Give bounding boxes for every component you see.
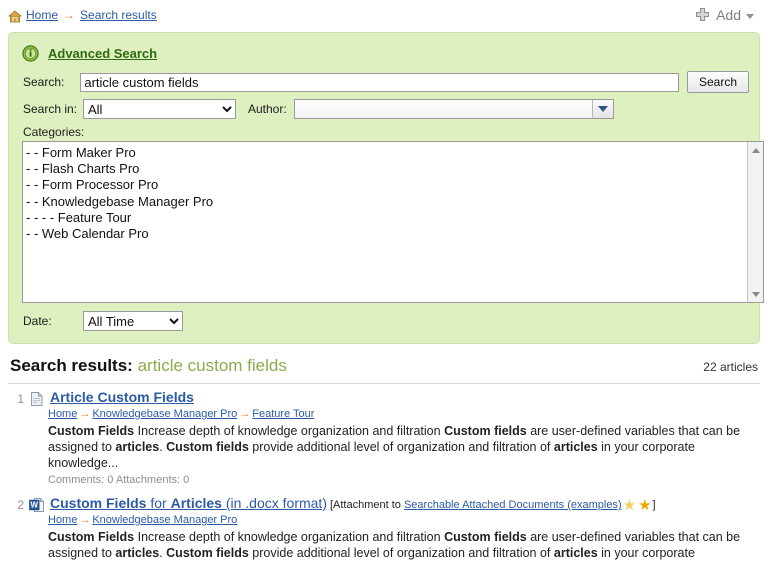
chevron-down-icon (746, 14, 754, 19)
star-icon-filled[interactable]: ★ (638, 498, 651, 513)
results-title: Search results: article custom fields (10, 356, 287, 376)
date-label: Date: (23, 314, 52, 328)
result-breadcrumb: Home → Knowledgebase Manager Pro → Feature T… (48, 408, 758, 420)
search-field-row: Search: Search (19, 71, 749, 93)
add-button[interactable]: Add (694, 7, 754, 24)
breadcrumb-home-link[interactable]: Home (26, 8, 58, 22)
category-item[interactable]: - - Knowledgebase Manager Pro (26, 194, 763, 210)
advanced-search-panel: Advanced Search Search: Search Search in… (8, 32, 764, 344)
search-in-row: Search in: All Author: (19, 99, 749, 119)
scroll-up-button[interactable] (748, 142, 763, 158)
info-icon (22, 45, 39, 62)
attachment-suffix-text: ] (652, 499, 656, 511)
category-item[interactable]: - - Form Maker Pro (26, 145, 763, 161)
arrow-icon: → (79, 514, 91, 526)
search-in-label: Search in: (23, 102, 78, 116)
result-breadcrumb: Home → Knowledgebase Manager Pro (48, 514, 758, 526)
attachment-source-link[interactable]: Searchable Attached Documents (examples) (404, 499, 622, 511)
plus-icon (694, 7, 711, 24)
document-icon (29, 391, 45, 407)
category-item[interactable]: - - - - Feature Tour (26, 210, 763, 226)
results-header: Search results: article custom fields 22… (10, 356, 758, 376)
result-title-line: Custom Fields for Articles (in .docx for… (50, 495, 656, 513)
author-input[interactable] (294, 100, 587, 118)
advanced-search-header: Advanced Search (22, 45, 749, 62)
categories-list: - - Form Maker Pro - - Flash Charts Pro … (23, 142, 763, 242)
result-snippet: Custom Fields Increase depth of knowledg… (48, 530, 741, 560)
star-icon-outline[interactable]: ★ (623, 498, 636, 513)
results-query-text: article custom fields (137, 356, 287, 375)
search-result-item: 2 W Custom Fields for Articles (in .docx… (10, 495, 758, 565)
arrow-icon: → (79, 408, 91, 420)
word-document-icon: W (29, 497, 45, 513)
category-item[interactable]: - - Web Calendar Pro (26, 226, 763, 242)
result-number: 2 (17, 498, 24, 512)
results-count: 22 articles (703, 360, 758, 374)
category-item[interactable]: - - Flash Charts Pro (26, 161, 763, 177)
result-title-link[interactable]: Article Custom Fields (50, 389, 194, 405)
result-breadcrumb-link[interactable]: Knowledgebase Manager Pro (92, 408, 237, 420)
author-combobox[interactable] (293, 99, 614, 119)
date-row: Date: All Time (19, 311, 749, 331)
result-breadcrumb-link[interactable]: Home (48, 408, 77, 420)
result-attachment-note: [Attachment to Searchable Attached Docum… (329, 498, 656, 513)
top-bar: Home → Search results Add (0, 0, 768, 30)
search-input[interactable] (80, 72, 679, 92)
author-label: Author: (248, 102, 287, 116)
search-label: Search: (23, 75, 65, 89)
result-snippet: Custom Fields Increase depth of knowledg… (48, 424, 741, 470)
author-dropdown-button[interactable] (591, 100, 613, 118)
result-title-line: Article Custom Fields (50, 389, 194, 405)
result-number: 1 (17, 392, 24, 406)
breadcrumb-current-link[interactable]: Search results (80, 8, 157, 22)
result-body: Home → Knowledgebase Manager Pro → Feature T… (48, 408, 758, 486)
home-icon (7, 9, 23, 23)
search-in-select[interactable]: All (83, 99, 236, 119)
result-body: Home → Knowledgebase Manager Pro Custom Fi… (48, 514, 758, 561)
arrow-icon: → (239, 408, 251, 420)
advanced-search-title[interactable]: Advanced Search (48, 46, 157, 61)
result-breadcrumb-link[interactable]: Home (48, 514, 77, 526)
results-heading-text: Search results: (10, 356, 133, 375)
scroll-down-button[interactable] (748, 286, 763, 302)
page-root: Home → Search results Add Advanced Searc… (0, 0, 768, 575)
result-breadcrumb-link[interactable]: Feature Tour (252, 408, 314, 420)
triangle-up-icon (752, 147, 760, 153)
add-button-label: Add (716, 7, 741, 23)
chevron-down-icon (597, 106, 608, 112)
svg-text:W: W (31, 501, 39, 510)
result-header: 2 W Custom Fields for Articles (in .docx… (10, 495, 758, 513)
divider (8, 383, 760, 384)
search-result-item: 1 Article Custom Fields Home → Knowledgeba… (10, 389, 758, 490)
result-header: 1 Article Custom Fields (10, 389, 758, 407)
result-breadcrumb-link[interactable]: Knowledgebase Manager Pro (92, 514, 237, 526)
breadcrumb: Home → Search results (7, 8, 157, 23)
triangle-down-icon (752, 291, 760, 297)
categories-scrollbar[interactable] (747, 142, 763, 302)
categories-listbox[interactable]: - - Form Maker Pro - - Flash Charts Pro … (22, 141, 764, 303)
result-title-link[interactable]: Custom Fields for Articles (in .docx for… (50, 495, 327, 511)
categories-label: Categories: (23, 125, 85, 139)
category-item[interactable]: - - Form Processor Pro (26, 177, 763, 193)
attachment-prefix-text: [Attachment to (329, 499, 404, 511)
breadcrumb-arrow-icon: → (63, 8, 76, 22)
result-meta: Comments: 0 Attachments: 0 (48, 474, 190, 486)
date-select[interactable]: All Time (83, 311, 183, 331)
search-button[interactable]: Search (686, 71, 749, 93)
